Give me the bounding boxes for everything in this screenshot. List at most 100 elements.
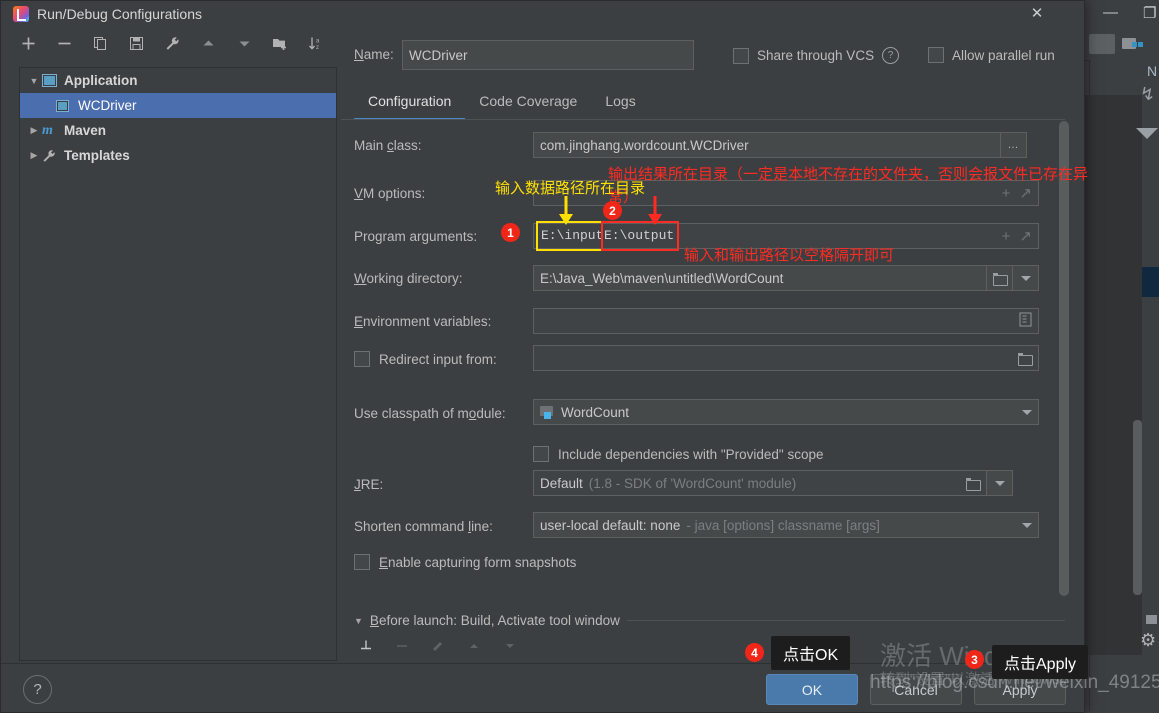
name-label: NName:ame: — [354, 47, 394, 62]
copy-configuration-button[interactable] — [91, 34, 109, 52]
expand-icon[interactable]: ↗ — [1019, 184, 1032, 202]
background-scrollbar[interactable] — [1133, 420, 1142, 595]
background-tool-icon[interactable] — [1089, 34, 1115, 54]
background-collapse-icon[interactable] — [1136, 128, 1158, 139]
folder-icon — [992, 272, 1008, 286]
chevron-down-icon — [1020, 275, 1031, 281]
module-icon — [540, 405, 555, 419]
chevron-right-icon[interactable]: ▶ — [26, 150, 42, 161]
apply-button[interactable]: Apply — [974, 674, 1066, 705]
background-download-icon[interactable]: ↯ — [1140, 84, 1155, 105]
share-checkbox-box[interactable] — [733, 47, 749, 64]
chevron-down-icon[interactable] — [1022, 522, 1032, 528]
jre-value-detail: (1.8 - SDK of 'WordCount' module) — [588, 475, 797, 491]
tree-item-label: Maven — [64, 123, 107, 138]
redirect-input-field[interactable] — [533, 345, 1039, 371]
maximize-button[interactable]: ❐ — [1143, 4, 1156, 22]
working-directory-dropdown-button[interactable] — [1013, 265, 1039, 291]
cancel-button[interactable]: Cancel — [870, 674, 962, 705]
working-directory-browse-button[interactable] — [987, 265, 1013, 291]
before-launch-toolbar — [359, 639, 517, 656]
shorten-value-detail: - java [options] classname [args] — [686, 517, 880, 533]
share-through-vcs-checkbox[interactable]: Share through VCS ? — [733, 47, 900, 64]
close-icon[interactable]: ✕ — [1026, 4, 1048, 24]
intellij-idea-icon — [13, 6, 29, 22]
application-group-icon — [42, 74, 59, 87]
chevron-down-icon[interactable]: ▼ — [354, 616, 363, 626]
expand-icon[interactable]: ↗ — [1019, 227, 1032, 245]
tree-item-wcdriver[interactable]: WCDriver — [20, 93, 336, 118]
program-arguments-input-path: E:\input — [541, 228, 604, 243]
project-structure-icon[interactable] — [1122, 36, 1144, 52]
before-launch-section[interactable]: ▼ Before launch: Build, Activate tool wi… — [354, 613, 1065, 628]
question-circle-icon[interactable]: ? — [882, 47, 900, 64]
include-provided-checkbox-box[interactable] — [533, 446, 549, 462]
tree-item-templates[interactable]: ▶ Templates — [20, 143, 336, 168]
help-button[interactable]: ? — [23, 675, 52, 704]
jre-input[interactable]: Default (1.8 - SDK of 'WordCount' module… — [533, 470, 987, 496]
form-scrollbar[interactable] — [1059, 121, 1069, 596]
add-configuration-button[interactable] — [19, 34, 37, 52]
background-name-label: N — [1147, 63, 1158, 79]
classpath-module-value: WordCount — [561, 404, 630, 420]
move-task-up-button[interactable] — [467, 639, 481, 656]
folder-icon[interactable] — [966, 477, 981, 491]
tree-item-maven[interactable]: ▶ m Maven — [20, 118, 336, 143]
working-directory-input[interactable]: E:\Java_Web\maven\untitled\WordCount — [533, 265, 987, 291]
add-icon[interactable]: + — [1002, 185, 1011, 202]
environment-variables-input[interactable] — [533, 308, 1039, 334]
chevron-down-icon[interactable] — [1022, 409, 1032, 415]
folder-icon[interactable] — [1018, 352, 1033, 366]
edit-templates-button[interactable] — [163, 34, 181, 52]
add-icon[interactable]: + — [1002, 228, 1011, 245]
include-provided-label: Include dependencies with "Provided" sco… — [558, 446, 824, 462]
classpath-module-dropdown[interactable]: WordCount — [533, 399, 1039, 425]
tab-divider — [341, 119, 1065, 120]
allow-parallel-run-checkbox[interactable]: Allow parallel run — [928, 47, 1055, 63]
redirect-checkbox-box[interactable] — [354, 351, 370, 367]
snapshots-checkbox-box[interactable] — [354, 554, 370, 570]
new-folder-button[interactable] — [271, 34, 289, 52]
dialog-title: Run/Debug Configurations — [37, 6, 202, 22]
main-class-browse-button[interactable]: … — [1001, 132, 1027, 158]
parallel-checkbox-box[interactable] — [928, 47, 944, 63]
save-configuration-button[interactable] — [127, 34, 145, 52]
wrench-icon — [42, 149, 59, 163]
name-input[interactable]: WCDriver — [402, 40, 694, 70]
remove-task-button[interactable] — [395, 639, 409, 656]
gear-icon[interactable]: ⚙ — [1140, 630, 1159, 650]
minimize-button[interactable]: — — [1103, 4, 1118, 21]
enable-snapshots-checkbox[interactable]: EEnable capturing form snapshotsnable ca… — [354, 554, 576, 570]
configuration-icon — [42, 99, 73, 112]
jre-dropdown-button[interactable] — [987, 470, 1013, 496]
chevron-right-icon[interactable]: ▶ — [26, 125, 42, 136]
environment-list-icon[interactable] — [1019, 312, 1032, 330]
move-task-down-button[interactable] — [503, 639, 517, 656]
edit-task-button[interactable] — [431, 639, 445, 656]
ok-button[interactable]: OK — [766, 674, 858, 705]
dialog-divider — [1, 663, 1084, 664]
run-debug-configurations-dialog: Run/Debug Configurations ✕ az ▼ Applicat… — [0, 0, 1085, 713]
sort-configurations-button[interactable]: az — [307, 34, 325, 52]
parallel-label: Allow parallel run — [952, 47, 1055, 63]
tab-configuration[interactable]: Configuration — [354, 87, 466, 120]
share-label: Share through VCS — [757, 48, 875, 63]
add-task-button[interactable] — [359, 639, 373, 656]
vm-options-actions[interactable]: + ↗ — [1002, 184, 1032, 203]
chevron-down-icon[interactable]: ▼ — [26, 76, 42, 86]
ellipsis-icon: … — [1007, 139, 1020, 151]
shorten-command-line-dropdown[interactable]: user-local default: none - java [options… — [533, 512, 1039, 538]
main-class-input[interactable]: com.jinghang.wordcount.WCDriver — [533, 132, 1001, 158]
move-down-button[interactable] — [235, 34, 253, 52]
include-provided-checkbox[interactable]: Include dependencies with "Provided" sco… — [533, 446, 824, 462]
vm-options-input[interactable]: + ↗ — [533, 180, 1039, 206]
program-arguments-actions[interactable]: + ↗ — [1002, 227, 1032, 246]
tab-logs[interactable]: Logs — [591, 87, 649, 120]
configurations-tree[interactable]: ▼ Application WCDriver ▶ m Maven ▶ Templ… — [19, 67, 337, 661]
tab-code-coverage[interactable]: Code Coverage — [465, 87, 591, 120]
program-arguments-output-path: E:\output — [604, 228, 675, 243]
tree-item-application[interactable]: ▼ Application — [20, 68, 336, 93]
remove-configuration-button[interactable] — [55, 34, 73, 52]
move-up-button[interactable] — [199, 34, 217, 52]
redirect-input-checkbox[interactable]: Redirect input from: — [354, 351, 497, 367]
